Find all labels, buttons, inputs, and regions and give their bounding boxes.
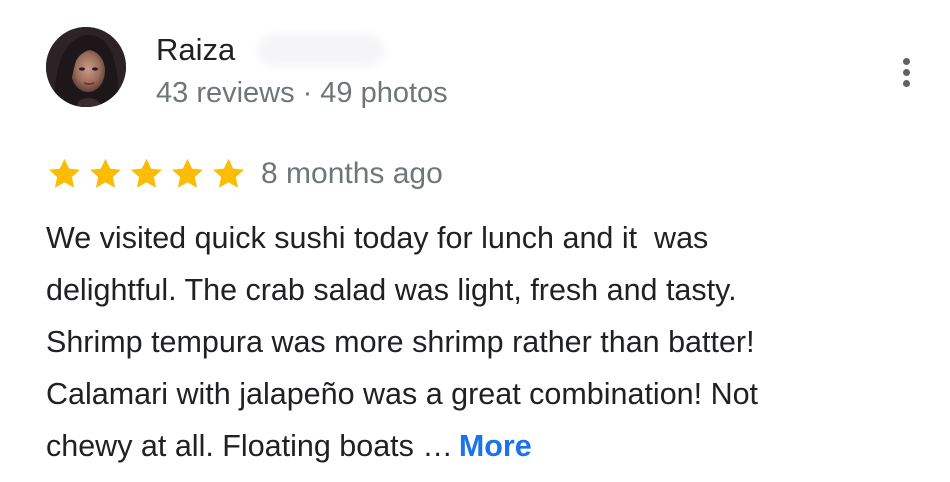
more-vert-icon[interactable] <box>892 52 922 92</box>
review-line: Calamari with jalapeño was a great combi… <box>46 377 759 411</box>
review-card: Raiza 43 reviews · 49 photos 8 months ago … <box>0 0 950 482</box>
star-icon <box>172 158 203 188</box>
reviewer-avatar[interactable] <box>46 27 126 107</box>
star-icon <box>213 158 244 188</box>
review-line: Shrimp tempura was more shrimp rather th… <box>46 325 755 359</box>
review-line: chewy at all. Floating boats … <box>46 429 453 463</box>
menu-dot <box>903 69 910 76</box>
review-date: 8 months ago <box>261 157 443 190</box>
meta-separator: · <box>302 77 313 109</box>
review-line: We visited quick sushi today for lunch a… <box>46 221 709 255</box>
star-icon <box>90 158 121 188</box>
reviews-count: 43 reviews <box>156 77 295 109</box>
photos-count: 49 photos <box>320 77 448 109</box>
reviewer-meta: 43 reviews · 49 photos <box>156 74 448 112</box>
star-icon <box>131 158 162 188</box>
star-icon <box>49 158 80 188</box>
menu-dot <box>903 58 910 65</box>
review-last-line: chewy at all. Floating boats … More <box>46 420 926 472</box>
redacted-surname <box>258 34 384 66</box>
menu-dot <box>903 80 910 87</box>
review-line: delightful. The crab salad was light, fr… <box>46 273 737 307</box>
star-rating <box>46 156 247 192</box>
review-text: We visited quick sushi today for lunch a… <box>46 212 926 472</box>
avatar-image <box>46 27 126 107</box>
reviewer-name[interactable]: Raiza <box>156 30 235 70</box>
more-link[interactable]: More <box>459 429 532 463</box>
